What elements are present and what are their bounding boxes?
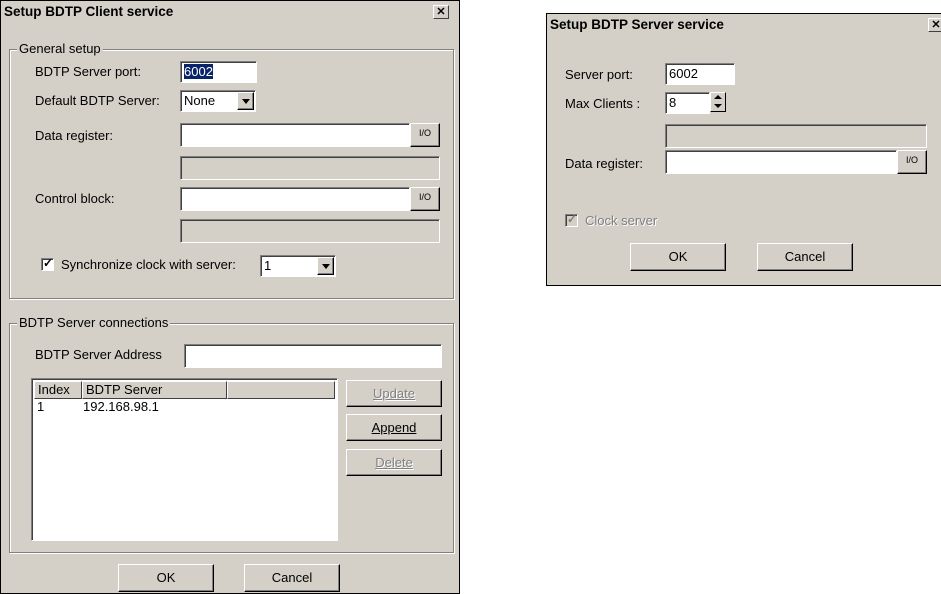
- column-header-index[interactable]: Index: [34, 381, 82, 399]
- max-clients-input[interactable]: 8: [665, 92, 710, 114]
- row-index: 1: [37, 399, 45, 414]
- column-header-server[interactable]: BDTP Server: [82, 381, 227, 399]
- server-port-label: BDTP Server port:: [35, 64, 141, 79]
- server-list[interactable]: Index BDTP Server 1 192.168.98.1: [31, 378, 338, 541]
- append-button[interactable]: Append: [346, 414, 442, 441]
- default-server-label: Default BDTP Server:: [35, 93, 160, 108]
- server-dialog: Setup BDTP Server service ✕ Server port:…: [546, 13, 941, 286]
- control-block-io-button[interactable]: I/O: [410, 187, 440, 211]
- default-server-select[interactable]: None: [180, 90, 256, 112]
- server-data-register-label: Data register:: [565, 156, 644, 171]
- sync-clock-label[interactable]: Synchronize clock with server:: [61, 257, 236, 273]
- checkmark-icon: ✓: [43, 256, 54, 270]
- data-register-label: Data register:: [35, 128, 113, 144]
- table-row[interactable]: 1 192.168.98.1: [37, 399, 332, 415]
- max-clients-spinner[interactable]: [710, 92, 726, 112]
- server-ok-button[interactable]: OK: [630, 243, 726, 271]
- client-cancel-button[interactable]: Cancel: [244, 564, 340, 592]
- server-title: Setup BDTP Server service: [550, 17, 724, 32]
- control-block-input[interactable]: [180, 187, 410, 211]
- chevron-down-icon: [322, 264, 330, 269]
- chevron-down-icon: [242, 99, 250, 104]
- spin-down-icon[interactable]: [711, 102, 725, 111]
- server-data-register-io-button[interactable]: I/O: [897, 150, 927, 174]
- data-register-input[interactable]: [180, 123, 410, 147]
- client-ok-button[interactable]: OK: [118, 564, 214, 592]
- default-server-value: None: [184, 93, 216, 108]
- server-port-label: Server port:: [565, 67, 633, 82]
- server-close-icon[interactable]: ✕: [928, 18, 941, 32]
- update-button[interactable]: Update: [346, 380, 442, 407]
- server-port-value: 6002: [184, 64, 213, 79]
- client-close-icon[interactable]: ✕: [433, 5, 449, 19]
- clock-server-checkbox[interactable]: ✓: [565, 212, 578, 227]
- sync-clock-checkbox[interactable]: ✓: [41, 256, 54, 271]
- server-address-label: BDTP Server Address: [35, 347, 162, 362]
- sync-server-dropdown-button[interactable]: [317, 257, 334, 275]
- client-title-bar[interactable]: Setup BDTP Client service: [1, 1, 459, 23]
- server-port-input[interactable]: 6002: [665, 63, 735, 85]
- server-port-input[interactable]: 6002: [180, 61, 257, 83]
- server-connections-legend: BDTP Server connections: [17, 315, 171, 330]
- column-header-extra[interactable]: [227, 381, 335, 399]
- checkmark-icon: ✓: [567, 212, 578, 226]
- default-server-dropdown-button[interactable]: [237, 92, 254, 110]
- spin-up-icon[interactable]: [711, 93, 725, 102]
- clock-server-label[interactable]: Clock server: [585, 213, 657, 229]
- client-title: Setup BDTP Client service: [4, 4, 174, 19]
- control-block-label: Control block:: [35, 191, 115, 206]
- general-setup-legend: General setup: [17, 41, 103, 56]
- row-server: 192.168.98.1: [83, 399, 159, 414]
- server-data-register-description: [665, 124, 927, 148]
- data-register-description: [180, 156, 440, 180]
- server-data-register-input[interactable]: [665, 150, 897, 174]
- control-block-description: [180, 219, 440, 243]
- sync-server-value: 1: [264, 258, 272, 273]
- data-register-label-text: Data register:: [35, 128, 114, 143]
- data-register-io-button[interactable]: I/O: [410, 123, 440, 147]
- max-clients-label: Max Clients :: [565, 96, 641, 111]
- delete-button[interactable]: Delete: [346, 449, 442, 476]
- client-dialog: Setup BDTP Client service ✕ General setu…: [0, 0, 460, 594]
- server-cancel-button[interactable]: Cancel: [757, 243, 853, 271]
- sync-server-select[interactable]: 1: [260, 255, 336, 277]
- server-title-bar[interactable]: Setup BDTP Server service: [547, 14, 941, 36]
- server-address-input[interactable]: [184, 344, 442, 368]
